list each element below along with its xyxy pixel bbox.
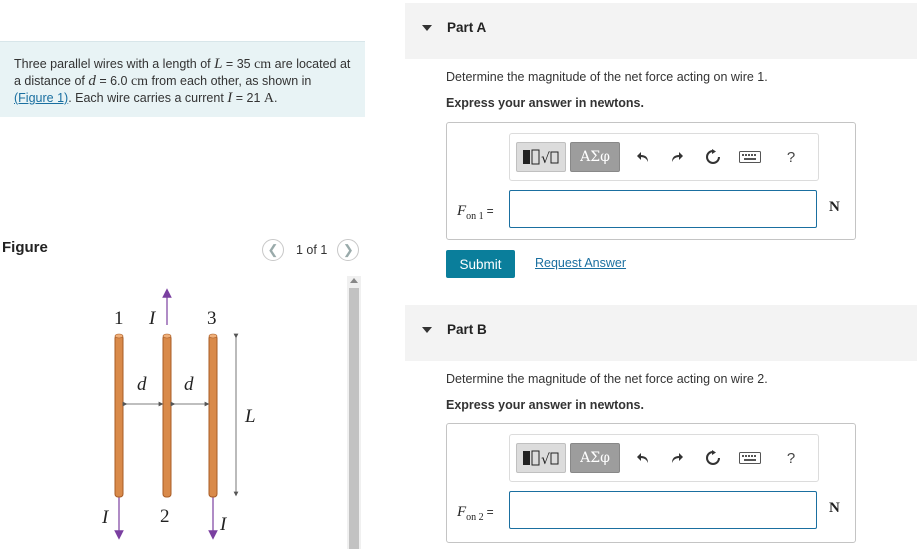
label-length: L (244, 406, 256, 427)
part-b-prompt: Determine the magnitude of the net force… (446, 372, 768, 386)
keyboard-icon[interactable] (739, 447, 761, 469)
collapse-triangle-icon[interactable] (422, 327, 432, 333)
label-d1: d (137, 374, 147, 395)
figure-pager: ❮ 1 of 1 ❯ (262, 239, 360, 261)
math-toolbar: √ ΑΣφ ? (509, 133, 819, 181)
templates-icon[interactable]: √ (516, 142, 566, 172)
chevron-left-icon[interactable]: ❮ (262, 239, 284, 261)
part-b-unit: N (829, 500, 840, 516)
part-a-answer-input[interactable] (509, 190, 817, 228)
wires-figure: 1 I 3 d d L I 2 I (101, 288, 256, 540)
request-answer-link[interactable]: Request Answer (535, 256, 626, 270)
wire-2 (162, 334, 172, 498)
keyboard-icon[interactable] (739, 146, 761, 168)
undo-icon[interactable] (632, 146, 654, 168)
chevron-right-icon[interactable]: ❯ (337, 239, 360, 261)
part-a-instruction: Express your answer in newtons. (446, 96, 644, 110)
part-b-variable: Fon 2 = (457, 504, 494, 523)
part-b-title: Part B (447, 322, 487, 337)
math-toolbar: √ ΑΣφ ? (509, 434, 819, 482)
label-wire-3: 3 (207, 308, 217, 329)
part-a-prompt: Determine the magnitude of the net force… (446, 70, 768, 84)
wire-3 (208, 334, 218, 498)
help-icon[interactable]: ? (780, 146, 802, 168)
help-icon[interactable]: ? (780, 447, 802, 469)
label-wire-2: 2 (160, 506, 170, 527)
figure-heading: Figure (2, 239, 48, 256)
svg-text:√: √ (541, 452, 550, 468)
figure-link[interactable]: (Figure 1) (14, 91, 68, 105)
wire-2-top (162, 333, 172, 339)
wire-1-top (114, 333, 124, 339)
wire-3-top (208, 333, 218, 339)
var-d: d (88, 73, 96, 89)
reset-icon[interactable] (702, 146, 724, 168)
greek-letters-icon[interactable]: ΑΣφ (570, 443, 620, 473)
redo-icon[interactable] (666, 447, 688, 469)
label-wire-1: 1 (114, 308, 124, 329)
scroll-thumb[interactable] (349, 288, 359, 549)
label-current-left: I (101, 507, 110, 528)
part-a-title: Part A (447, 20, 487, 35)
figure-scrollbar[interactable] (347, 276, 361, 549)
part-b-instruction: Express your answer in newtons. (446, 398, 644, 412)
figure-count: 1 of 1 (296, 243, 328, 257)
part-a-answer-box: √ ΑΣφ ? Fon 1 = N (446, 122, 856, 240)
wire-1 (114, 334, 124, 498)
label-current-right: I (219, 514, 228, 535)
templates-icon[interactable]: √ (516, 443, 566, 473)
redo-icon[interactable] (666, 146, 688, 168)
submit-button[interactable]: Submit (446, 250, 515, 278)
problem-statement: Three parallel wires with a length of L … (0, 41, 365, 117)
reset-icon[interactable] (702, 447, 724, 469)
part-b-answer-input[interactable] (509, 491, 817, 529)
part-b-answer-box: √ ΑΣφ ? Fon 2 = N (446, 423, 856, 543)
part-b-header[interactable]: Part B (405, 305, 917, 361)
scroll-up-icon[interactable] (350, 278, 358, 283)
label-d2: d (184, 374, 194, 395)
part-a-header[interactable]: Part A (405, 3, 917, 59)
part-a-variable: Fon 1 = (457, 203, 494, 222)
part-a-unit: N (829, 199, 840, 215)
collapse-triangle-icon[interactable] (422, 25, 432, 31)
svg-text:√: √ (541, 151, 550, 167)
label-current-top: I (148, 308, 157, 329)
undo-icon[interactable] (632, 447, 654, 469)
greek-letters-icon[interactable]: ΑΣφ (570, 142, 620, 172)
